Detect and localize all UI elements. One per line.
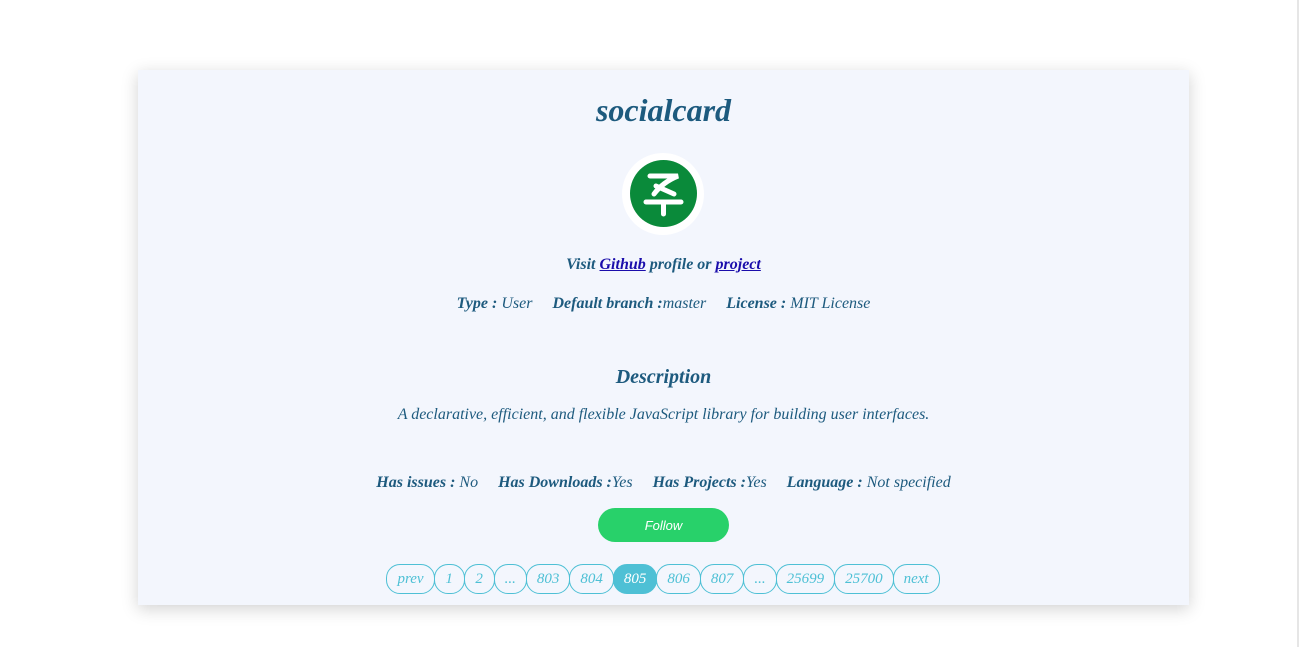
downloads-value: Yes xyxy=(611,474,633,491)
branch-value: master xyxy=(662,295,707,312)
socialcard-logo-icon xyxy=(630,160,697,227)
description-heading: Description xyxy=(615,366,712,388)
language-value: Not specified xyxy=(866,474,951,491)
projects-label: Has Projects : xyxy=(652,474,746,491)
pagination-page-806[interactable]: 806 xyxy=(656,564,701,594)
type-label: Type : xyxy=(456,295,498,312)
downloads-label: Has Downloads : xyxy=(498,474,612,491)
type-value: User xyxy=(501,295,533,312)
pagination-page-25700[interactable]: 25700 xyxy=(834,564,894,594)
repo-meta: Type : User Default branch :master Licen… xyxy=(138,295,1189,313)
visit-prefix: Visit xyxy=(566,256,596,273)
follow-button[interactable]: Follow xyxy=(598,508,729,542)
avatar xyxy=(622,153,704,235)
pagination-ellipsis[interactable]: ... xyxy=(493,564,527,594)
pagination-prev-button[interactable]: prev xyxy=(386,564,435,594)
project-link[interactable]: project xyxy=(716,256,761,273)
pagination-page-25699[interactable]: 25699 xyxy=(775,564,836,594)
pagination-page-805[interactable]: 805 xyxy=(612,564,658,594)
language-label: Language : xyxy=(786,474,863,491)
pagination-page-804[interactable]: 804 xyxy=(569,564,614,594)
pagination-page-1[interactable]: 1 xyxy=(433,564,465,594)
branch-label: Default branch : xyxy=(552,295,663,312)
license-label: License : xyxy=(726,295,787,312)
visit-line: Visit Github profile or project xyxy=(138,256,1189,274)
pagination-page-803[interactable]: 803 xyxy=(525,564,571,594)
pagination: prev 1 2... 803 804 805 806 807... 25699 25700 nex… xyxy=(138,564,1189,594)
issues-label: Has issues : xyxy=(376,474,456,491)
projects-value: Yes xyxy=(745,474,767,491)
github-link[interactable]: Github xyxy=(600,256,646,273)
repo-card: socialcard Visit Github profile or proje… xyxy=(138,70,1189,605)
license-value: MIT License xyxy=(790,295,871,312)
description-text: A declarative, efficient, and flexible J… xyxy=(397,406,930,423)
repo-flags: Has issues : No Has Downloads :Yes Has P… xyxy=(138,474,1189,492)
pagination-next-button[interactable]: next xyxy=(892,564,940,594)
pagination-page-2[interactable]: 2 xyxy=(463,564,495,594)
visit-middle: profile or xyxy=(649,256,712,273)
pagination-ellipsis[interactable]: ... xyxy=(743,564,777,594)
issues-value: No xyxy=(459,474,479,491)
pagination-page-807[interactable]: 807 xyxy=(699,564,745,594)
repo-title: socialcard xyxy=(595,92,732,128)
